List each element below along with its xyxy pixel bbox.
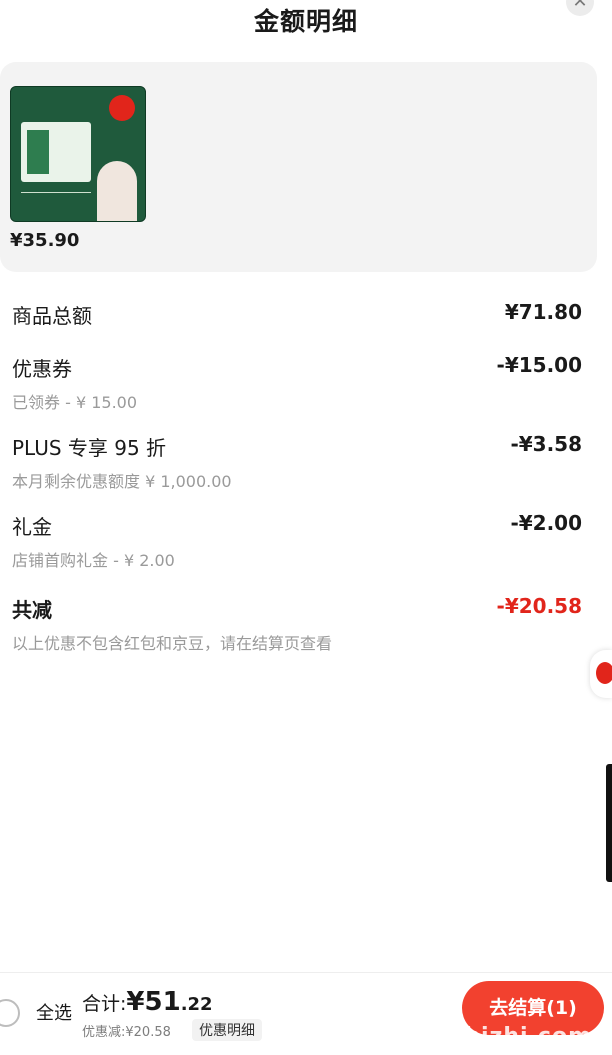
total-label: 合计: — [82, 993, 127, 1015]
product-image[interactable] — [10, 86, 146, 222]
bottom-bar: 全选 合计:¥51.22 优惠减:¥20.58 优惠明细 去结算(1) zhiz… — [0, 972, 612, 1055]
goods-total-value: ¥71.80 — [504, 300, 582, 324]
gift-sub: 店铺首购礼金 - ¥ 2.00 — [12, 551, 175, 570]
total-integer: 51 — [144, 987, 181, 1017]
total-amount: 合计:¥51.22 — [82, 987, 213, 1017]
coupon-value: -¥15.00 — [496, 353, 582, 377]
total-discount-value: -¥20.58 — [496, 594, 582, 618]
plus-label: PLUS 专享 95 折 — [12, 436, 167, 460]
coupon-sub: 已领券 - ¥ 15.00 — [12, 393, 138, 412]
red-badge-icon — [596, 662, 612, 684]
floating-side-tab[interactable] — [590, 650, 612, 698]
gift-value: -¥2.00 — [510, 511, 582, 535]
select-all-label[interactable]: 全选 — [36, 999, 72, 1025]
watermark: zhizhizhi.com — [411, 1024, 592, 1049]
header: 金额明细 ✕ — [0, 0, 612, 44]
coupon-label: 优惠券 — [12, 357, 72, 381]
milk-box-graphic — [21, 122, 91, 182]
brand-badge-icon — [109, 95, 135, 121]
person-graphic — [97, 161, 137, 221]
total-discount-label: 共减 — [12, 598, 52, 622]
discount-detail-button[interactable]: 优惠明细 — [192, 1019, 262, 1041]
product-card: ¥35.90 — [0, 62, 597, 272]
side-scroll-bar[interactable] — [606, 764, 612, 882]
discount-summary: 优惠减:¥20.58 — [82, 1025, 171, 1040]
gift-label: 礼金 — [12, 515, 52, 539]
plus-value: -¥3.58 — [510, 432, 582, 456]
total-discount-note: 以上优惠不包含红包和京豆，请在结算页查看 — [12, 634, 333, 653]
goods-total-label: 商品总额 — [12, 304, 92, 328]
plus-sub: 本月剩余优惠额度 ¥ 1,000.00 — [12, 472, 232, 491]
product-item[interactable]: ¥35.90 — [10, 86, 146, 280]
total-decimal: .22 — [180, 994, 213, 1015]
select-all-radio[interactable] — [0, 999, 20, 1027]
total-currency: ¥ — [126, 987, 145, 1017]
product-price: ¥35.90 — [10, 230, 80, 251]
caption-graphic — [21, 192, 91, 211]
page-title: 金额明细 — [253, 7, 358, 36]
